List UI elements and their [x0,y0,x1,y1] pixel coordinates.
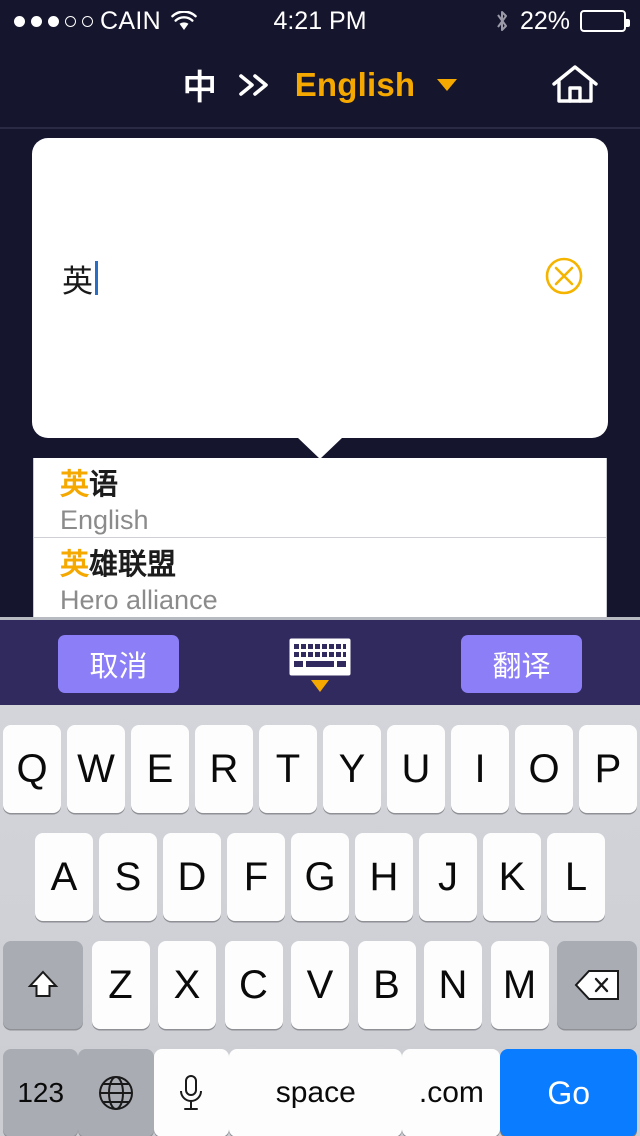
key-q[interactable]: Q [3,725,61,813]
backspace-key[interactable] [557,941,637,1029]
key-y[interactable]: Y [323,725,381,813]
keyboard-row-4: 123 space .com Go [0,1049,640,1136]
key-e[interactable]: E [131,725,189,813]
key-w[interactable]: W [67,725,125,813]
suggestion-rest: 语 [89,467,119,501]
key-z[interactable]: Z [91,941,150,1029]
key-s[interactable]: S [99,833,157,921]
key-t[interactable]: T [259,725,317,813]
status-bar-right: 22% [494,0,630,42]
key-h[interactable]: H [355,833,413,921]
battery-icon [580,10,630,32]
onscreen-keyboard: QWERTYUIOP ASDFGHJKL ZXCVBNM 123 space .… [0,705,640,1136]
cancel-button[interactable]: 取消 [58,635,179,693]
key-r[interactable]: R [195,725,253,813]
input-card[interactable]: 英 [32,138,608,438]
list-item[interactable]: 英雄联盟 Hero alliance [34,537,606,616]
clear-circle-x-icon [544,257,584,300]
target-language-label[interactable]: English [295,66,416,104]
key-m[interactable]: M [490,941,549,1029]
double-chevron-right-icon [235,71,277,99]
app-header: 中 English [0,42,640,129]
home-button[interactable] [548,62,602,110]
shift-up-arrow-icon [23,965,63,1005]
key-a[interactable]: A [35,833,93,921]
input-card-tail [297,437,343,459]
keyboard-row-1: QWERTYUIOP [0,725,640,813]
keyboard-icon [288,637,352,677]
key-x[interactable]: X [158,941,216,1029]
suggestion-highlight: 英 [60,547,90,581]
source-language-label[interactable]: 中 [183,60,217,109]
shift-key[interactable] [3,941,83,1029]
search-input[interactable]: 英 [62,256,93,301]
key-l[interactable]: L [547,833,605,921]
translate-button[interactable]: 翻译 [461,635,582,693]
numbers-key[interactable]: 123 [3,1049,79,1136]
suggestion-rest: 雄联盟 [89,547,177,581]
key-b[interactable]: B [357,941,416,1029]
suggestion-highlight: 英 [60,467,90,501]
chevron-down-icon[interactable] [437,78,458,91]
microphone-icon [174,1071,208,1115]
key-j[interactable]: J [419,833,477,921]
go-key[interactable]: Go [500,1049,637,1136]
backspace-delete-icon [573,967,621,1003]
bluetooth-icon [494,8,510,34]
suggestion-chinese: 英语 [60,466,606,502]
key-k[interactable]: K [483,833,541,921]
language-selector[interactable]: 中 English [0,42,640,127]
clear-input-button[interactable] [544,256,584,296]
status-bar: CAIN 4:21 PM 22% [0,0,640,42]
suggestion-english: English [60,505,149,535]
keyboard-row-3: ZXCVBNM [0,941,640,1029]
key-f[interactable]: F [227,833,285,921]
key-v[interactable]: V [291,941,349,1029]
list-item[interactable]: 英语 English [34,458,606,537]
key-o[interactable]: O [515,725,573,813]
text-cursor [95,261,98,295]
suggestion-list: 英语 English 英雄联盟 Hero alliance [33,458,607,617]
key-c[interactable]: C [224,941,283,1029]
action-toolbar: 取消 翻译 [0,617,640,705]
key-u[interactable]: U [387,725,445,813]
space-key[interactable]: space [229,1049,403,1136]
app-root: CAIN 4:21 PM 22% 中 English 英 英语 English … [0,0,640,1136]
suggestion-chinese: 英雄联盟 [60,546,606,582]
suggestion-english: Hero alliance [60,585,218,615]
globe-key[interactable] [78,1049,154,1136]
search-input-row[interactable]: 英 [32,243,608,313]
chevron-down-icon [311,680,329,692]
keyboard-row-2: ASDFGHJKL [0,833,640,921]
key-n[interactable]: N [424,941,482,1029]
key-i[interactable]: I [451,725,509,813]
key-d[interactable]: D [163,833,221,921]
key-p[interactable]: P [579,725,637,813]
dotcom-key[interactable]: .com [402,1049,501,1136]
keyboard-toggle-button[interactable] [286,637,354,699]
home-icon [549,61,601,112]
battery-percent-label: 22% [519,6,570,35]
globe-language-icon [94,1071,138,1115]
microphone-key[interactable] [153,1049,230,1136]
key-g[interactable]: G [291,833,349,921]
